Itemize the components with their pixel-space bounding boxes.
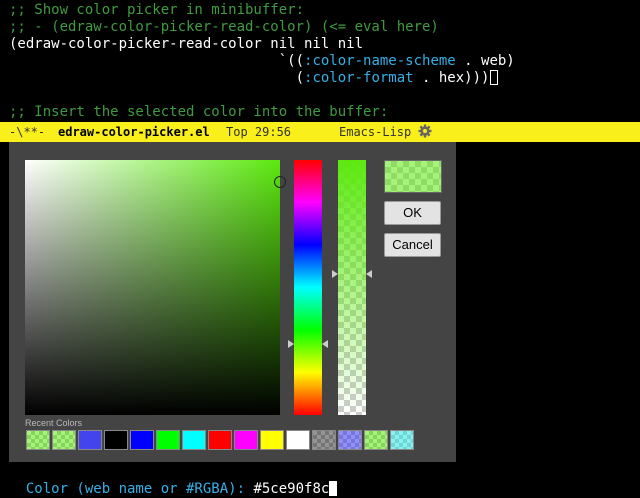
code-editor[interactable]: ;; Show color picker in minibuffer: ;; -… <box>0 0 640 122</box>
recent-color-swatch[interactable] <box>182 430 206 450</box>
swatch-fill <box>339 431 361 449</box>
code-line: `((:color-name-scheme . web) <box>9 53 515 70</box>
swatch-fill <box>313 431 335 449</box>
gear-icon[interactable] <box>418 124 432 138</box>
recent-color-swatch[interactable] <box>130 430 154 450</box>
code-text: . hex))) <box>413 70 490 86</box>
saturation-value-area[interactable] <box>25 160 286 415</box>
recent-color-swatch[interactable] <box>364 430 388 450</box>
preview-fill <box>385 161 441 192</box>
swatch-fill <box>157 431 179 449</box>
color-preview <box>384 160 442 193</box>
hue-marker-left[interactable] <box>288 340 294 348</box>
swatch-fill <box>53 431 75 449</box>
comment-line: ;; Show color picker in minibuffer: <box>9 2 305 18</box>
buffer-name[interactable]: edraw-color-picker.el <box>58 122 210 142</box>
alpha-gradient <box>338 160 366 415</box>
swatch-fill <box>183 431 205 449</box>
code-line: (edraw-color-picker-read-color nil nil n… <box>9 36 364 52</box>
text-cursor <box>490 70 499 85</box>
minibuffer-input[interactable]: #5ce90f8c <box>253 481 329 497</box>
swatch-fill <box>261 431 283 449</box>
alpha-slider[interactable] <box>338 160 366 415</box>
hue-slider[interactable] <box>294 160 322 415</box>
keyword: :color-name-scheme <box>304 53 456 69</box>
hue-marker-right[interactable] <box>322 340 328 348</box>
recent-color-swatch[interactable] <box>338 430 362 450</box>
swatch-fill <box>131 431 153 449</box>
recent-color-swatch[interactable] <box>286 430 310 450</box>
cancel-button[interactable]: Cancel <box>384 233 441 257</box>
mode-line: -\**- edraw-color-picker.el Top 29:56 Em… <box>0 122 640 142</box>
recent-color-swatch[interactable] <box>78 430 102 450</box>
swatch-fill <box>365 431 387 449</box>
code-text: ( <box>9 70 305 86</box>
recent-color-swatch[interactable] <box>26 430 50 450</box>
swatch-fill <box>391 431 413 449</box>
ok-button[interactable]: OK <box>384 201 441 225</box>
alpha-marker-left[interactable] <box>332 270 338 278</box>
code-line: (:color-format . hex))) <box>9 70 499 87</box>
comment-line: ;; - (edraw-color-picker-read-color) (<=… <box>9 19 439 35</box>
modified-status: -\**- <box>9 125 46 139</box>
keyword: :color-format <box>304 70 414 86</box>
code-text: `(( <box>9 53 305 69</box>
swatch-fill <box>209 431 231 449</box>
major-mode[interactable]: Emacs-Lisp <box>339 122 411 142</box>
recent-colors-label: Recent Colors <box>25 418 83 428</box>
minibuffer-prompt: Color (web name or #RGBA): <box>25 481 254 497</box>
swatch-fill <box>287 431 309 449</box>
recent-color-swatch[interactable] <box>156 430 180 450</box>
recent-color-swatch[interactable] <box>104 430 128 450</box>
color-picker: OK Cancel Recent Colors <box>9 142 456 462</box>
alpha-marker-right[interactable] <box>366 270 372 278</box>
recent-color-swatch[interactable] <box>260 430 284 450</box>
swatch-fill <box>235 431 257 449</box>
recent-color-swatch[interactable] <box>208 430 232 450</box>
swatch-fill <box>105 431 127 449</box>
minibuffer[interactable]: Color (web name or #RGBA): #5ce90f8c <box>9 462 338 497</box>
comment-line: ;; Insert the selected color into the bu… <box>9 104 389 120</box>
recent-color-swatch[interactable] <box>312 430 336 450</box>
recent-color-swatch[interactable] <box>234 430 258 450</box>
recent-color-swatch[interactable] <box>52 430 76 450</box>
code-text: . web) <box>455 53 515 69</box>
swatch-fill <box>79 431 101 449</box>
minibuffer-cursor <box>329 481 338 496</box>
recent-color-swatch[interactable] <box>390 430 414 450</box>
swatch-fill <box>27 431 49 449</box>
cursor-position: Top 29:56 <box>226 125 292 139</box>
sv-handle[interactable] <box>274 176 286 188</box>
